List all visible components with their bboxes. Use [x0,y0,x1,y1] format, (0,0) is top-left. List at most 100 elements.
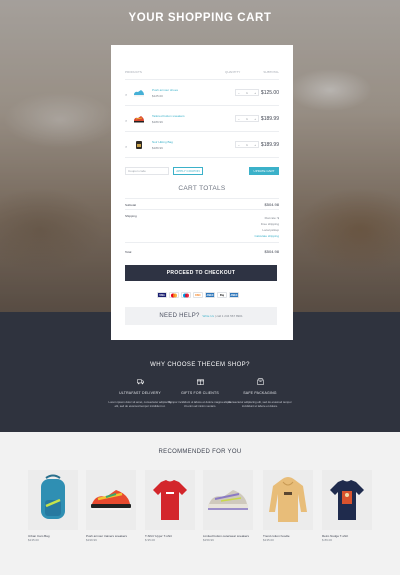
shipping-row: Shipping Flat rate: $ Free shipping Loca… [125,210,279,243]
product-price: $ 95.00 [145,538,156,542]
product-card[interactable]: Push armour trainers sneakers $199.99 [86,470,136,542]
product-thumbnail[interactable] [133,139,145,150]
mastercard-icon [169,292,179,298]
sneaker-image [208,490,248,510]
quantity-value[interactable]: 1 [246,143,248,147]
cart-row: × Push armour shoes $125.00 − 1 + $125.0… [125,80,279,106]
quantity-value[interactable]: 1 [246,91,248,95]
feature-description: Lorem ipsum dolor sit amet, consectetur … [108,400,172,409]
product-thumbnail[interactable] [133,87,145,98]
feature-packaging: Safe packaging Consectetur adipiscing el… [228,378,292,408]
col-quantity: Quantity [225,70,241,74]
remove-item-icon[interactable]: × [125,144,127,149]
product-thumbnail[interactable] [133,113,145,124]
subtotal-row: Subtotal $504.98 [125,199,279,210]
product-price: $125.00 [152,94,163,98]
feature-gifts: Gifts for clients Tempor incididunt ut l… [168,378,232,408]
cart-row: × Tailored button sneakers $189.99 − 1 +… [125,106,279,132]
cart-actions: Coupon code Apply coupon Update cart [125,158,279,180]
subtotal-label: Subtotal [125,203,137,207]
product-image[interactable] [322,470,372,530]
product-name-link[interactable]: Tailored button sneakers [152,114,185,118]
cart-totals-title: Cart Totals [178,185,226,192]
help-phone-number: call 1 234 567 8901 [216,314,243,318]
apple-pay-icon: Pay [217,292,227,298]
subtotal-value: $504.98 [264,202,279,207]
product-price: $189.99 [152,120,163,124]
product-card[interactable]: T-Shirt 'Hype' T-shirt $ 95.00 [145,470,195,542]
product-image[interactable] [86,470,136,530]
proceed-to-checkout-button[interactable]: Proceed to checkout [125,265,277,281]
shipping-options: Flat rate: $ Free shipping Local pickup … [254,215,279,239]
amex-icon: AMEX [229,292,239,298]
product-name-link[interactable]: Push armour shoes [152,88,178,92]
apply-coupon-button[interactable]: Apply coupon [173,167,203,175]
product-image[interactable] [28,470,78,530]
product-image[interactable] [203,470,253,530]
feature-description: Consectetur adipiscing elit, sed do eius… [228,400,292,409]
product-price: $ 89.00 [322,538,333,542]
visa-icon: VISA [157,292,167,298]
write-us-link[interactable]: Write Us [203,314,214,318]
product-name-link[interactable]: Noir Hiking Bag [152,140,173,144]
total-label: Total [125,250,132,254]
product-price: $135.00 [28,538,39,542]
cart-card: Products Quantity Subtotal × Push armour… [111,45,293,340]
remove-item-icon[interactable]: × [125,118,127,123]
need-help-box: NEED HELP? Write Us | call 1 234 567 890… [125,307,277,325]
quantity-stepper[interactable]: − 1 + [235,141,259,148]
need-help-heading: NEED HELP? [159,313,200,319]
product-card[interactable]: Trend cotton hoodie $135.00 [263,470,313,542]
backpack-image [41,474,65,519]
remove-item-icon[interactable]: × [125,92,127,97]
col-products: Products [125,70,142,74]
box-icon [256,378,264,385]
product-price: $199.99 [86,538,97,542]
why-choose-title: Why choose TheCem shop? [150,362,250,368]
gift-icon [196,379,204,385]
maestro-icon [181,292,191,298]
feature-title: Safe packaging [243,391,277,395]
truck-icon [136,379,144,385]
product-card[interactable]: Limited button outerwear sneakers $159.9… [203,470,253,542]
quantity-stepper[interactable]: − 1 + [235,115,259,122]
product-image[interactable] [145,470,195,530]
col-subtotal: Subtotal [263,70,279,74]
cart-row: × Noir Hiking Bag $189.99 − 1 + $189.99 [125,132,279,158]
product-card[interactable]: Retro Nudge T-shirt $ 89.00 [322,470,372,542]
quantity-value[interactable]: 1 [246,117,248,121]
feature-title: Ultrafast delivery [119,391,161,395]
amex-icon: AMEX [205,292,215,298]
product-card[interactable]: Urban Cam Bag $135.00 [28,470,78,542]
increment-button[interactable]: + [254,91,256,95]
total-value: $504.98 [264,249,279,254]
product-price: $135.00 [263,538,274,542]
shipping-label: Shipping [125,214,137,218]
row-subtotal: $189.99 [260,116,279,122]
calculate-shipping-link[interactable]: Calculate shipping [254,233,279,239]
decrement-button[interactable]: − [238,91,240,95]
product-price: $189.99 [152,146,163,150]
feature-description: Tempor incididunt ut labore et dolore ma… [168,400,232,409]
decrement-button[interactable]: − [238,117,240,121]
page-title: YOUR SHOPPING CART [128,12,272,24]
feature-delivery: Ultrafast delivery Lorem ipsum dolor sit… [108,378,172,408]
coupon-input[interactable]: Coupon code [125,167,169,175]
increment-button[interactable]: + [254,117,256,121]
product-image[interactable] [263,470,313,530]
row-subtotal: $125.00 [260,90,279,96]
product-price: $159.99 [203,538,214,542]
row-subtotal: $189.99 [260,142,279,148]
recommended-title: Recommended for you [158,449,242,455]
feature-title: Gifts for clients [181,391,219,395]
quantity-stepper[interactable]: − 1 + [235,89,259,96]
hoodie-image [269,477,307,522]
increment-button[interactable]: + [254,143,256,147]
total-row: Total $504.98 [125,243,279,257]
navy-tshirt-image [330,480,364,520]
decrement-button[interactable]: − [238,143,240,147]
update-cart-button[interactable]: Update cart [249,167,279,175]
cart-table-header: Products Quantity Subtotal [111,45,293,74]
discover-icon: DISC [193,292,203,298]
red-tshirt-image [153,480,187,520]
